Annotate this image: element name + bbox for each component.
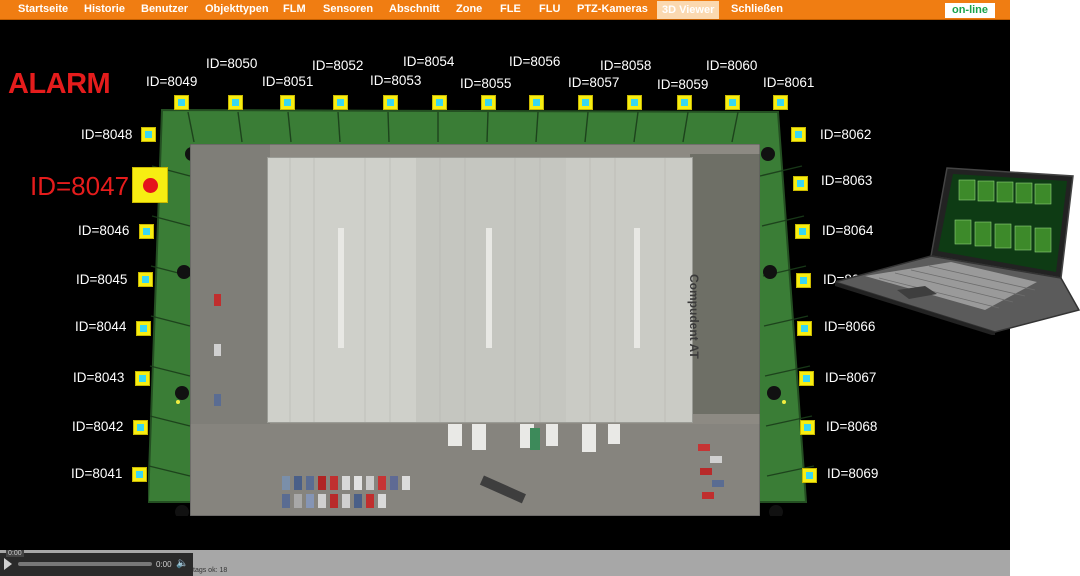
- nav-schliessen[interactable]: Schließen: [731, 3, 783, 15]
- seek-slider[interactable]: [18, 562, 152, 566]
- sensor-8043[interactable]: [135, 371, 150, 386]
- laptop-icon: [835, 167, 1080, 335]
- sensor-label-8062: ID=8062: [820, 127, 872, 142]
- sensor-label-8042: ID=8042: [72, 419, 124, 434]
- sensor-8069[interactable]: [802, 468, 817, 483]
- status-text: tags ok: 18: [193, 567, 228, 574]
- play-icon[interactable]: [4, 558, 12, 570]
- sensor-label-8059: ID=8059: [657, 77, 709, 92]
- nav-objekttypen[interactable]: Objekttypen: [205, 3, 269, 15]
- sensor-label-8050: ID=8050: [206, 56, 258, 71]
- sensor-label-8041: ID=8041: [71, 466, 123, 481]
- sensor-8068[interactable]: [800, 420, 815, 435]
- sensor-label-8069: ID=8069: [827, 466, 879, 481]
- nav-zone[interactable]: Zone: [456, 3, 482, 15]
- sensor-8045[interactable]: [138, 272, 153, 287]
- sensor-8051[interactable]: [280, 95, 295, 110]
- sensor-label-8046: ID=8046: [78, 223, 130, 238]
- sensor-label-8061: ID=8061: [763, 75, 815, 90]
- nav-3d-viewer[interactable]: 3D Viewer: [657, 1, 720, 19]
- sensor-8065[interactable]: [796, 273, 811, 288]
- sensor-8052[interactable]: [333, 95, 348, 110]
- site-plan: Compudent AT: [148, 106, 818, 516]
- sensor-label-8056: ID=8056: [509, 54, 561, 69]
- sensor-label-8068: ID=8068: [826, 419, 878, 434]
- sensor-8056[interactable]: [529, 95, 544, 110]
- player-time-chip: 0:00: [6, 550, 24, 557]
- sensor-8063[interactable]: [793, 176, 808, 191]
- nav-fle[interactable]: FLE: [500, 3, 521, 15]
- nav-ptz-kameras[interactable]: PTZ-Kameras: [577, 3, 648, 15]
- sensor-label-8043: ID=8043: [73, 370, 125, 385]
- aerial-building-sign: Compudent AT: [687, 274, 701, 359]
- app: Startseite Historie Benutzer Objekttypen…: [0, 0, 1080, 576]
- nav-historie[interactable]: Historie: [84, 3, 125, 15]
- media-player: 0:00 0:00 🔈: [0, 550, 193, 576]
- sensor-label-8055: ID=8055: [460, 76, 512, 91]
- sensor-8061[interactable]: [773, 95, 788, 110]
- alarm-heading: ALARM: [8, 68, 111, 100]
- sensor-label-8044: ID=8044: [75, 319, 127, 334]
- sensor-8046[interactable]: [139, 224, 154, 239]
- nav-sensoren[interactable]: Sensoren: [323, 3, 373, 15]
- sensor-8060[interactable]: [725, 95, 740, 110]
- sensor-label-8067: ID=8067: [825, 370, 877, 385]
- sensor-8048[interactable]: [141, 127, 156, 142]
- aerial-photo: Compudent AT: [190, 144, 760, 516]
- sensor-label-8053: ID=8053: [370, 73, 422, 88]
- sensor-label-8045: ID=8045: [76, 272, 128, 287]
- sensor-label-8052: ID=8052: [312, 58, 364, 73]
- sensor-8055[interactable]: [481, 95, 496, 110]
- sensor-label-8049: ID=8049: [146, 74, 198, 89]
- nav-flu[interactable]: FLU: [539, 3, 560, 15]
- sensor-8067[interactable]: [799, 371, 814, 386]
- sensor-8059[interactable]: [677, 95, 692, 110]
- sensor-label-8048: ID=8048: [81, 127, 133, 142]
- sensor-8058[interactable]: [627, 95, 642, 110]
- sensor-8042[interactable]: [133, 420, 148, 435]
- alarm-indicator-icon: [143, 178, 158, 193]
- sensor-label-8054: ID=8054: [403, 54, 455, 69]
- sensor-8049[interactable]: [174, 95, 189, 110]
- sensor-8053[interactable]: [383, 95, 398, 110]
- sensor-8044[interactable]: [136, 321, 151, 336]
- sensor-8054[interactable]: [432, 95, 447, 110]
- sensor-8062[interactable]: [791, 127, 806, 142]
- nav-abschnitt[interactable]: Abschnitt: [389, 3, 440, 15]
- sensor-label-8060: ID=8060: [706, 58, 758, 73]
- alarm-sensor-8047[interactable]: [132, 167, 168, 203]
- alarm-sensor-label: ID=8047: [30, 171, 130, 201]
- nav-benutzer[interactable]: Benutzer: [141, 3, 188, 15]
- sensor-label-8058: ID=8058: [600, 58, 652, 73]
- sensor-label-8057: ID=8057: [568, 75, 620, 90]
- nav-flm[interactable]: FLM: [283, 3, 306, 15]
- online-status-badge: on-line: [945, 3, 995, 18]
- sensor-8041[interactable]: [132, 467, 147, 482]
- sensor-label-8051: ID=8051: [262, 74, 314, 89]
- sensor-8066[interactable]: [797, 321, 812, 336]
- nav-startseite[interactable]: Startseite: [18, 3, 68, 15]
- volume-icon[interactable]: 🔈: [176, 558, 188, 569]
- sensor-8057[interactable]: [578, 95, 593, 110]
- sensor-8064[interactable]: [795, 224, 810, 239]
- top-nav: Startseite Historie Benutzer Objekttypen…: [0, 0, 1010, 20]
- player-time: 0:00: [156, 560, 172, 569]
- sensor-8050[interactable]: [228, 95, 243, 110]
